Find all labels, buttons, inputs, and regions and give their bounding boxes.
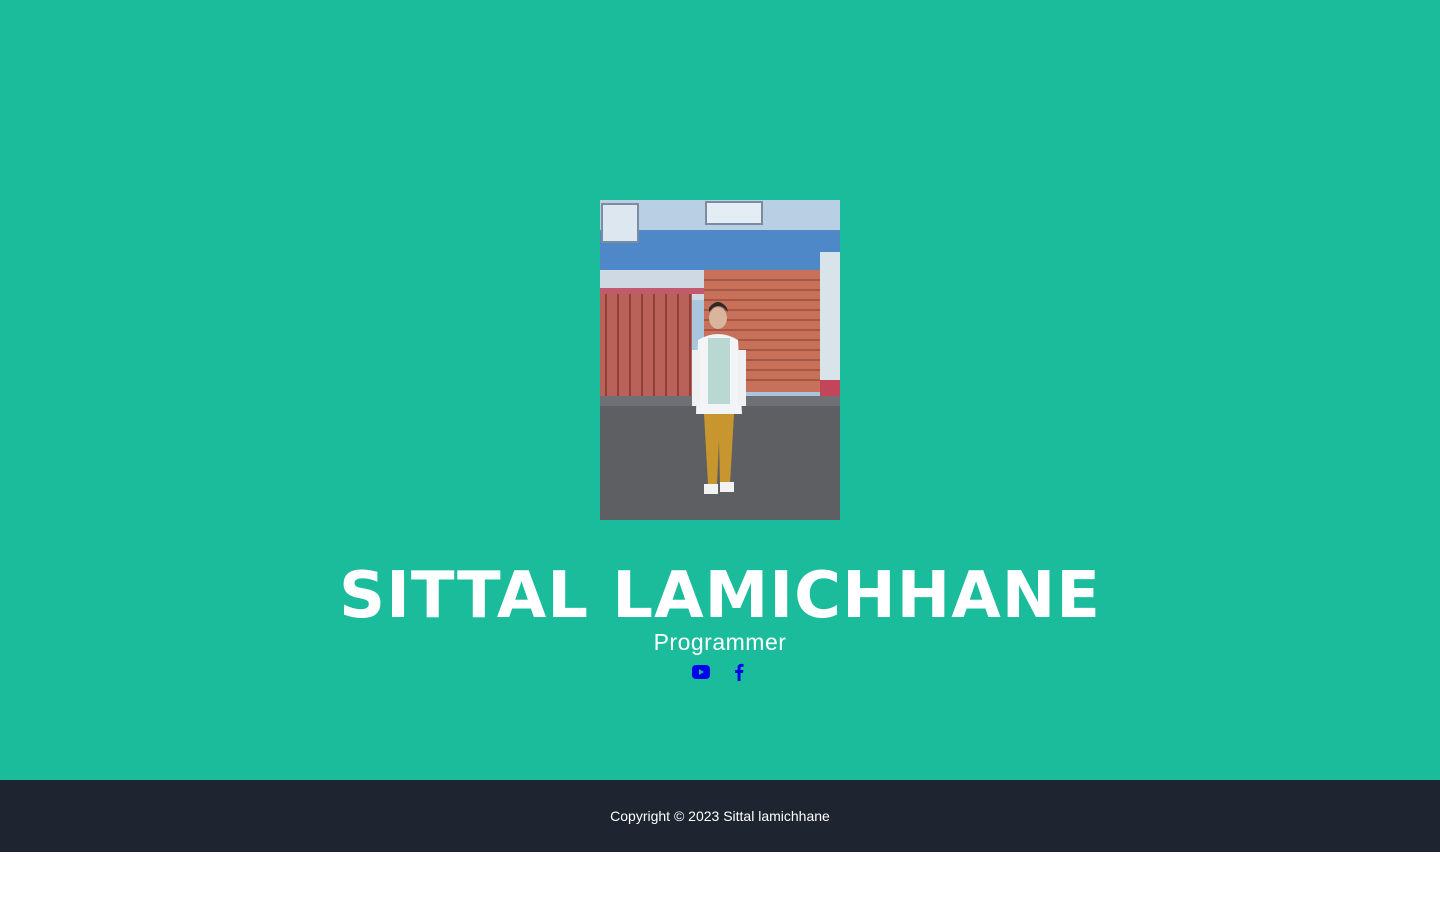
youtube-icon	[692, 665, 710, 679]
profile-name: SITTAL LAMICHHANE	[338, 559, 1102, 633]
facebook-icon	[735, 663, 744, 681]
copyright-text: Copyright © 2023 Sittal lamichhane	[610, 808, 830, 824]
footer: Copyright © 2023 Sittal lamichhane	[0, 780, 1440, 852]
youtube-link[interactable]	[692, 661, 710, 683]
profile-role: Programmer	[653, 629, 787, 655]
facebook-link[interactable]	[730, 661, 748, 683]
social-links	[0, 661, 1440, 683]
masthead: SITTAL LAMICHHANE Programmer	[0, 0, 1440, 780]
profile-photo	[600, 200, 840, 520]
